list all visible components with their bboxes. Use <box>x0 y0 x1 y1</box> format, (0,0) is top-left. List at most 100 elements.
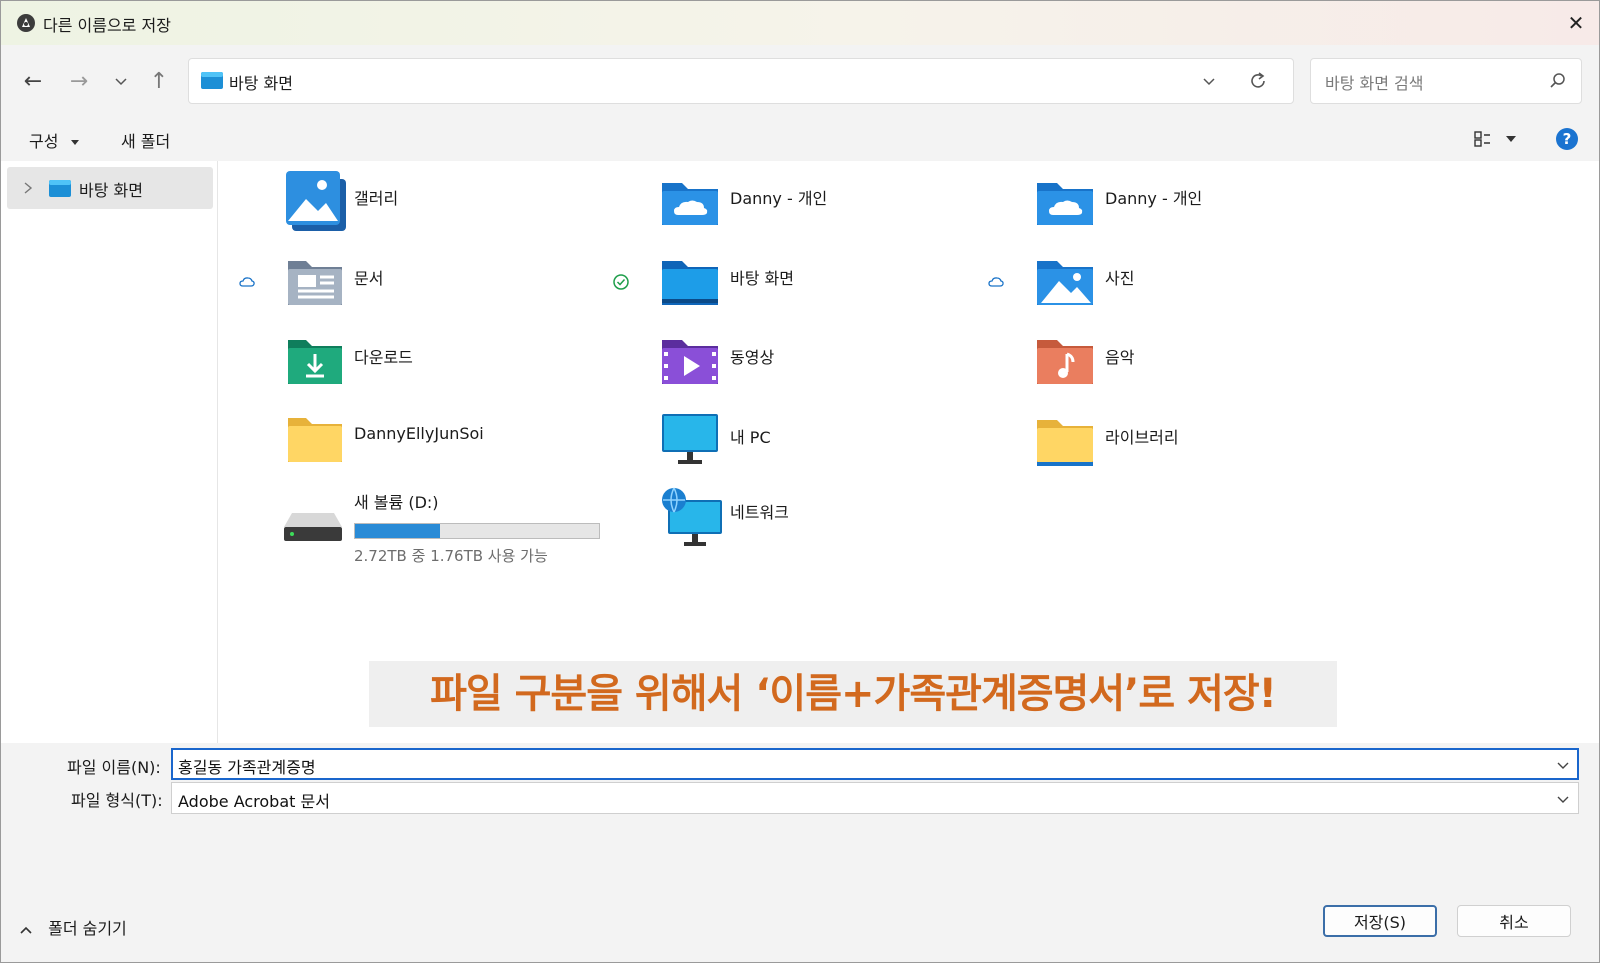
navigation-pane: 바탕 화면 <box>1 161 218 743</box>
item-label: 네트워크 <box>730 503 789 522</box>
save-button[interactable]: 저장(S) <box>1323 905 1437 937</box>
hide-folders-button[interactable]: 폴더 숨기기 <box>19 915 127 939</box>
item-label: 음악 <box>1105 348 1135 367</box>
list-item-network[interactable]: 네트워크 <box>660 483 1040 563</box>
navigation-bar: ← → ↑ 바탕 화면 바탕 화면 검색 <box>1 45 1599 119</box>
music-folder-icon <box>1037 340 1093 384</box>
list-item-onedrive-personal[interactable]: Danny - 개인 <box>1035 169 1415 239</box>
filetype-select[interactable]: Adobe Acrobat 문서 <box>171 782 1579 814</box>
synced-check-icon <box>613 274 629 290</box>
list-item-documents[interactable]: 문서 <box>284 249 664 319</box>
cloud-icon <box>239 277 255 287</box>
chevron-down-icon[interactable] <box>1199 71 1219 91</box>
back-button[interactable]: ← <box>17 65 49 97</box>
list-item-libraries[interactable]: 라이브러리 <box>1035 408 1415 478</box>
item-label: DannyEllyJunSoi <box>354 424 484 443</box>
list-item-gallery[interactable]: 갤러리 <box>284 169 664 239</box>
chevron-up-icon <box>20 926 32 934</box>
help-icon[interactable]: ? <box>1556 128 1578 150</box>
command-bar: 구성 새 폴더 ? <box>1 119 1599 161</box>
recent-locations-button[interactable] <box>105 65 137 97</box>
hide-folders-label: 폴더 숨기기 <box>48 919 127 938</box>
pictures-folder-icon <box>1037 261 1093 305</box>
drive-icon <box>284 513 342 541</box>
window-title: 다른 이름으로 저장 <box>43 16 171 35</box>
list-item-this-pc[interactable]: 내 PC <box>660 408 1040 478</box>
cancel-button[interactable]: 취소 <box>1457 905 1571 937</box>
filetype-value: Adobe Acrobat 문서 <box>178 792 330 811</box>
app-icon <box>17 14 35 32</box>
filetype-label: 파일 형식(T): <box>71 791 163 810</box>
search-icon <box>1550 73 1565 88</box>
list-item-onedrive-personal[interactable]: Danny - 개인 <box>660 169 1040 239</box>
new-folder-button[interactable]: 새 폴더 <box>121 128 170 152</box>
caret-down-icon[interactable] <box>1505 133 1517 145</box>
list-item-drive-d[interactable]: 새 볼륨 (D:) 2.72TB 중 1.76TB 사용 가능 <box>284 483 664 573</box>
refresh-icon[interactable] <box>1247 70 1269 92</box>
cloud-icon <box>988 277 1004 287</box>
desktop-folder-icon <box>662 261 718 305</box>
videos-folder-icon <box>662 340 718 384</box>
network-icon <box>662 487 722 546</box>
item-label: 새 볼륨 (D:) <box>354 493 439 512</box>
item-label: Danny - 개인 <box>1105 189 1203 208</box>
address-text: 바탕 화면 <box>229 74 293 93</box>
search-box[interactable]: 바탕 화면 검색 <box>1310 58 1582 104</box>
organize-button[interactable]: 구성 <box>29 128 80 152</box>
forward-button[interactable]: → <box>63 65 95 97</box>
filename-combobox[interactable]: 홍길동 가족관계증명 <box>171 748 1579 780</box>
list-item-pictures[interactable]: 사진 <box>1035 249 1415 319</box>
drive-usage-fill <box>355 524 441 538</box>
view-options-icon[interactable] <box>1473 129 1493 149</box>
caption-text: 파일 구분을 위해서 ‘이름+가족관계증명서’로 저장! <box>430 671 1277 717</box>
chevron-right-icon[interactable] <box>21 180 35 196</box>
sidebar-item-label: 바탕 화면 <box>79 181 143 200</box>
item-label: 문서 <box>354 269 384 288</box>
onedrive-folder-icon <box>662 183 718 225</box>
drive-usage-bar <box>354 523 600 539</box>
list-item-folder[interactable]: DannyEllyJunSoi <box>284 408 664 478</box>
drive-space-text: 2.72TB 중 1.76TB 사용 가능 <box>354 547 548 565</box>
documents-folder-icon <box>288 261 342 305</box>
save-form: 파일 이름(N): 홍길동 가족관계증명 파일 형식(T): Adobe Acr… <box>1 743 1599 962</box>
item-label: 내 PC <box>730 428 771 447</box>
folder-icon <box>288 418 342 462</box>
file-list: 갤러리 Danny - 개인 Danny - 개인 문서 바탕 화면 사진 다운… <box>218 161 1599 743</box>
sidebar-item-desktop[interactable]: 바탕 화면 <box>7 167 213 209</box>
filename-label: 파일 이름(N): <box>67 758 161 777</box>
new-folder-label: 새 폴더 <box>121 132 171 151</box>
title-bar: 다른 이름으로 저장 ✕ <box>1 1 1599 45</box>
libraries-icon <box>1037 420 1093 466</box>
arrow-left-icon: ← <box>23 68 43 94</box>
item-label: 사진 <box>1105 269 1135 288</box>
list-item-videos[interactable]: 동영상 <box>660 328 1040 398</box>
desktop-folder-icon <box>49 180 71 197</box>
organize-label: 구성 <box>29 132 59 151</box>
gallery-icon <box>286 171 346 231</box>
item-label: Danny - 개인 <box>730 189 828 208</box>
item-label: 다운로드 <box>354 348 413 367</box>
desktop-folder-icon <box>201 72 223 89</box>
item-label: 바탕 화면 <box>730 269 794 288</box>
list-item-music[interactable]: 음악 <box>1035 328 1415 398</box>
chevron-down-icon[interactable] <box>1556 758 1570 772</box>
chevron-down-icon[interactable] <box>1556 792 1570 806</box>
search-input[interactable]: 바탕 화면 검색 <box>1325 70 1424 94</box>
item-label: 갤러리 <box>354 189 399 208</box>
up-button[interactable]: ↑ <box>143 65 175 97</box>
list-item-downloads[interactable]: 다운로드 <box>284 328 664 398</box>
address-bar[interactable]: 바탕 화면 <box>188 58 1294 104</box>
chevron-down-icon <box>115 78 127 86</box>
overlay-caption: 파일 구분을 위해서 ‘이름+가족관계증명서’로 저장! <box>369 661 1337 727</box>
close-button[interactable]: ✕ <box>1553 1 1599 45</box>
save-as-dialog: 다른 이름으로 저장 ✕ ← → ↑ 바탕 화면 바탕 화면 검색 구성 새 폴… <box>0 0 1600 963</box>
arrow-right-icon: → <box>69 68 89 94</box>
list-item-desktop[interactable]: 바탕 화면 <box>660 249 1040 319</box>
close-icon: ✕ <box>1567 11 1585 35</box>
downloads-folder-icon <box>288 340 342 384</box>
arrow-up-icon: ↑ <box>149 68 169 94</box>
caret-down-icon <box>70 140 79 145</box>
filename-input[interactable]: 홍길동 가족관계증명 <box>178 754 316 778</box>
item-label: 라이브러리 <box>1105 428 1179 447</box>
this-pc-icon <box>662 414 718 464</box>
